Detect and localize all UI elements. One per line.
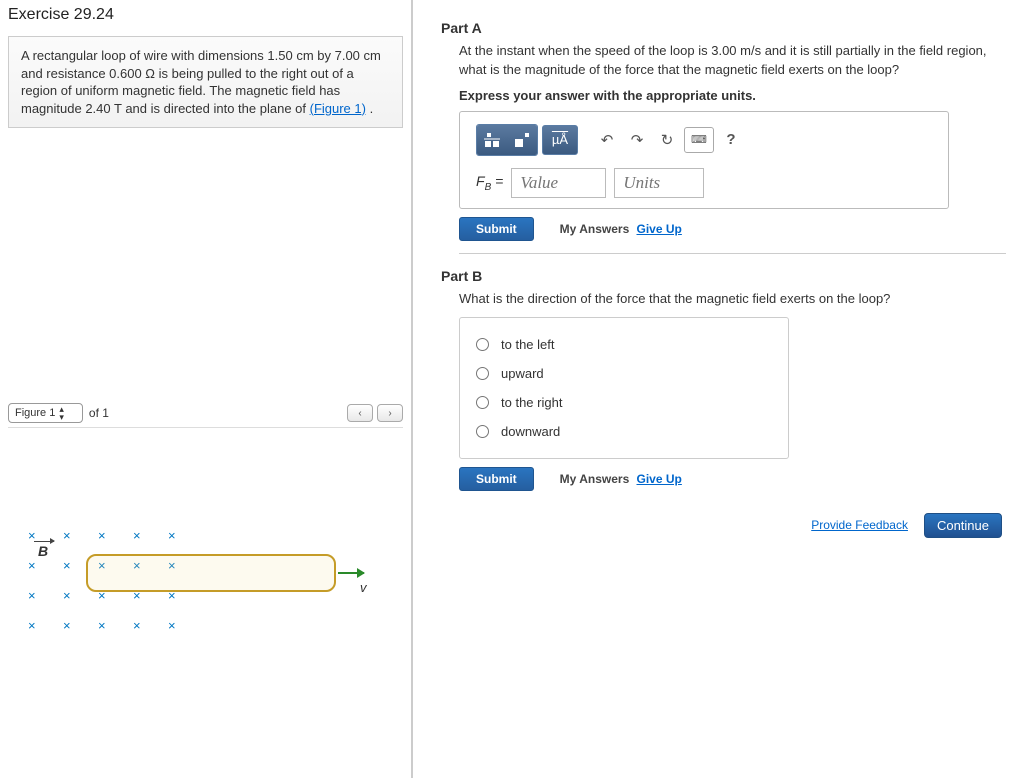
part-a-header: Part A <box>441 20 1006 36</box>
field-cross-icon: × <box>63 558 71 573</box>
field-cross-icon: × <box>133 528 141 543</box>
field-cross-icon: × <box>98 618 106 633</box>
figure-canvas: × × × × × B × × × × × × × × × × × × × × … <box>8 428 403 648</box>
problem-text-end: . <box>366 101 373 116</box>
submit-button-a[interactable]: Submit <box>459 217 534 241</box>
answer-box-a: µÅ ↶ ↷ ↻ ⌨ ? FB = <box>459 111 949 209</box>
redo-button[interactable]: ↷ <box>624 127 650 153</box>
special-char-button[interactable]: µÅ <box>542 125 578 155</box>
choice-label: downward <box>501 424 560 439</box>
figure-selector[interactable]: Figure 1 ▴▾ <box>8 403 83 423</box>
value-input[interactable] <box>511 168 606 198</box>
field-cross-icon: × <box>63 528 71 543</box>
figure-next-button[interactable]: › <box>377 404 403 422</box>
provide-feedback-link[interactable]: Provide Feedback <box>811 518 908 532</box>
v-label: v <box>360 580 367 595</box>
wire-loop <box>86 554 336 592</box>
answer-input-row: FB = <box>472 168 936 198</box>
fraction-template-button[interactable] <box>477 125 507 155</box>
part-a-instruction: Express your answer with the appropriate… <box>459 88 1006 103</box>
updown-icon: ▴▾ <box>59 405 64 421</box>
undo-button[interactable]: ↶ <box>594 127 620 153</box>
b-label: B <box>38 543 48 559</box>
field-cross-icon: × <box>63 618 71 633</box>
choice-label: to the right <box>501 395 562 410</box>
give-up-link-a[interactable]: Give Up <box>637 222 682 236</box>
right-panel: Part A At the instant when the speed of … <box>413 0 1024 778</box>
field-cross-icon: × <box>168 618 176 633</box>
left-panel: Exercise 29.24 A rectangular loop of wir… <box>0 0 413 778</box>
give-up-link-b[interactable]: Give Up <box>637 472 682 486</box>
choice-radio[interactable] <box>476 396 489 409</box>
reset-button[interactable]: ↻ <box>654 127 680 153</box>
part-a-question: At the instant when the speed of the loo… <box>459 42 1006 80</box>
separator <box>459 253 1006 254</box>
choice-label: to the left <box>501 337 554 352</box>
exponent-template-button[interactable] <box>507 125 537 155</box>
choice-right[interactable]: to the right <box>476 388 772 417</box>
field-cross-icon: × <box>98 528 106 543</box>
choice-label: upward <box>501 366 544 381</box>
keyboard-button[interactable]: ⌨ <box>684 127 714 153</box>
field-cross-icon: × <box>133 618 141 633</box>
field-cross-icon: × <box>63 588 71 603</box>
my-answers-label: My Answers <box>560 472 630 486</box>
units-input[interactable] <box>614 168 704 198</box>
figure-block: Figure 1 ▴▾ of 1 ‹ › × × × × × B × × × ×… <box>8 403 403 648</box>
answer-toolbar: µÅ ↶ ↷ ↻ ⌨ ? <box>472 120 936 160</box>
submit-row-a: Submit My Answers Give Up <box>459 217 1006 241</box>
problem-statement: A rectangular loop of wire with dimensio… <box>8 36 403 128</box>
field-cross-icon: × <box>168 528 176 543</box>
field-cross-icon: × <box>28 618 36 633</box>
continue-button[interactable]: Continue <box>924 513 1002 538</box>
choice-radio[interactable] <box>476 367 489 380</box>
velocity-arrow-icon <box>338 572 364 574</box>
choice-radio[interactable] <box>476 425 489 438</box>
part-b-question: What is the direction of the force that … <box>459 290 1006 309</box>
my-answers-label: My Answers <box>560 222 630 236</box>
variable-label: FB = <box>476 173 503 193</box>
choice-upward[interactable]: upward <box>476 359 772 388</box>
figure-of-text: of 1 <box>89 406 109 420</box>
choice-radio[interactable] <box>476 338 489 351</box>
template-buttons <box>476 124 538 156</box>
help-button[interactable]: ? <box>718 127 744 153</box>
figure-prev-button[interactable]: ‹ <box>347 404 373 422</box>
choice-downward[interactable]: downward <box>476 417 772 446</box>
exercise-title: Exercise 29.24 <box>8 6 403 24</box>
part-b-header: Part B <box>441 268 1006 284</box>
figure-link[interactable]: (Figure 1) <box>310 101 366 116</box>
figure-selector-label: Figure 1 <box>15 407 55 419</box>
choice-box: to the left upward to the right downward <box>459 317 789 459</box>
field-cross-icon: × <box>28 588 36 603</box>
figure-header: Figure 1 ▴▾ of 1 ‹ › <box>8 403 403 428</box>
field-cross-icon: × <box>28 558 36 573</box>
submit-button-b[interactable]: Submit <box>459 467 534 491</box>
choice-left[interactable]: to the left <box>476 330 772 359</box>
footer-row: Provide Feedback Continue <box>441 513 1006 538</box>
figure-nav: ‹ › <box>347 404 403 422</box>
b-arrow-icon <box>34 541 54 542</box>
submit-row-b: Submit My Answers Give Up <box>459 467 1006 491</box>
